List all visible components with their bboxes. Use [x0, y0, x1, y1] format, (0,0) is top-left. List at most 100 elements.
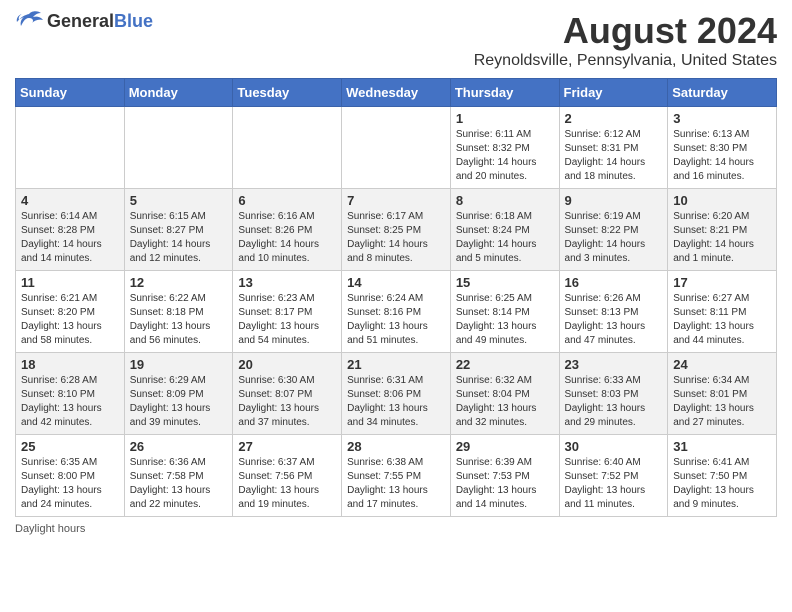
- day-number: 29: [456, 439, 554, 454]
- day-info: Sunrise: 6:16 AM Sunset: 8:26 PM Dayligh…: [238, 210, 336, 266]
- calendar-cell: 24 Sunrise: 6:34 AM Sunset: 8:01 PM Dayli…: [668, 353, 777, 435]
- day-info: Sunrise: 6:41 AM Sunset: 7:50 PM Dayligh…: [673, 456, 771, 512]
- calendar-cell: 2 Sunrise: 6:12 AM Sunset: 8:31 PM Daylig…: [559, 107, 668, 189]
- calendar-cell: [342, 107, 451, 189]
- calendar-cell: 11Sunrise: 6:21 AM Sunset: 8:20 PM Dayli…: [16, 271, 125, 353]
- day-info: Sunrise: 6:17 AM Sunset: 8:25 PM Dayligh…: [347, 210, 445, 266]
- day-number: 20: [238, 357, 336, 372]
- day-info: Sunrise: 6:27 AM Sunset: 8:11 PM Dayligh…: [673, 292, 771, 348]
- day-info: Sunrise: 6:33 AM Sunset: 8:03 PM Dayligh…: [565, 374, 663, 430]
- calendar-cell: 28Sunrise: 6:38 AM Sunset: 7:55 PM Dayli…: [342, 435, 451, 517]
- day-number: 21: [347, 357, 445, 372]
- day-number: 26: [130, 439, 228, 454]
- calendar-cell: 16Sunrise: 6:26 AM Sunset: 8:13 PM Dayli…: [559, 271, 668, 353]
- logo-text: GeneralBlue: [47, 11, 153, 32]
- day-info: Sunrise: 6:29 AM Sunset: 8:09 PM Dayligh…: [130, 374, 228, 430]
- calendar-table: SundayMondayTuesdayWednesdayThursdayFrid…: [15, 78, 777, 517]
- day-number: 1: [456, 111, 554, 126]
- day-number: 25: [21, 439, 119, 454]
- day-number: 11: [21, 275, 119, 290]
- day-number: 24: [673, 357, 771, 372]
- day-info: Sunrise: 6:19 AM Sunset: 8:22 PM Dayligh…: [565, 210, 663, 266]
- header-cell-wednesday: Wednesday: [342, 79, 451, 107]
- logo: GeneralBlue: [15, 10, 153, 32]
- calendar-cell: 8 Sunrise: 6:18 AM Sunset: 8:24 PM Daylig…: [450, 189, 559, 271]
- week-row-2: 4 Sunrise: 6:14 AM Sunset: 8:28 PM Daylig…: [16, 189, 777, 271]
- day-number: 30: [565, 439, 663, 454]
- calendar-cell: 30 Sunrise: 6:40 AM Sunset: 7:52 PM Dayli…: [559, 435, 668, 517]
- day-number: 3: [673, 111, 771, 126]
- day-number: 14: [347, 275, 445, 290]
- day-info: Sunrise: 6:15 AM Sunset: 8:27 PM Dayligh…: [130, 210, 228, 266]
- day-number: 4: [21, 193, 119, 208]
- day-info: Sunrise: 6:37 AM Sunset: 7:56 PM Dayligh…: [238, 456, 336, 512]
- calendar-cell: 20 Sunrise: 6:30 AM Sunset: 8:07 PM Dayli…: [233, 353, 342, 435]
- week-row-5: 25 Sunrise: 6:35 AM Sunset: 8:00 PM Dayli…: [16, 435, 777, 517]
- header-cell-monday: Monday: [124, 79, 233, 107]
- day-info: Sunrise: 6:30 AM Sunset: 8:07 PM Dayligh…: [238, 374, 336, 430]
- day-number: 15: [456, 275, 554, 290]
- day-info: Sunrise: 6:14 AM Sunset: 8:28 PM Dayligh…: [21, 210, 119, 266]
- calendar-cell: 9 Sunrise: 6:19 AM Sunset: 8:22 PM Daylig…: [559, 189, 668, 271]
- day-number: 9: [565, 193, 663, 208]
- day-info: Sunrise: 6:12 AM Sunset: 8:31 PM Dayligh…: [565, 128, 663, 184]
- calendar-cell: 19 Sunrise: 6:29 AM Sunset: 8:09 PM Dayli…: [124, 353, 233, 435]
- calendar-cell: 23 Sunrise: 6:33 AM Sunset: 8:03 PM Dayli…: [559, 353, 668, 435]
- day-number: 13: [238, 275, 336, 290]
- day-info: Sunrise: 6:11 AM Sunset: 8:32 PM Dayligh…: [456, 128, 554, 184]
- week-row-4: 18Sunrise: 6:28 AM Sunset: 8:10 PM Dayli…: [16, 353, 777, 435]
- calendar-cell: 18Sunrise: 6:28 AM Sunset: 8:10 PM Dayli…: [16, 353, 125, 435]
- footer: Daylight hours: [15, 523, 777, 535]
- calendar-cell: 31 Sunrise: 6:41 AM Sunset: 7:50 PM Dayli…: [668, 435, 777, 517]
- calendar-cell: 10 Sunrise: 6:20 AM Sunset: 8:21 PM Dayli…: [668, 189, 777, 271]
- calendar-cell: 17Sunrise: 6:27 AM Sunset: 8:11 PM Dayli…: [668, 271, 777, 353]
- logo-blue: Blue: [114, 11, 153, 31]
- day-info: Sunrise: 6:20 AM Sunset: 8:21 PM Dayligh…: [673, 210, 771, 266]
- header-cell-thursday: Thursday: [450, 79, 559, 107]
- day-info: Sunrise: 6:13 AM Sunset: 8:30 PM Dayligh…: [673, 128, 771, 184]
- calendar-cell: 7 Sunrise: 6:17 AM Sunset: 8:25 PM Daylig…: [342, 189, 451, 271]
- day-info: Sunrise: 6:22 AM Sunset: 8:18 PM Dayligh…: [130, 292, 228, 348]
- logo-bird-icon: [15, 10, 43, 32]
- calendar-cell: 27 Sunrise: 6:37 AM Sunset: 7:56 PM Dayli…: [233, 435, 342, 517]
- day-number: 8: [456, 193, 554, 208]
- calendar-cell: 14 Sunrise: 6:24 AM Sunset: 8:16 PM Dayli…: [342, 271, 451, 353]
- week-row-3: 11Sunrise: 6:21 AM Sunset: 8:20 PM Dayli…: [16, 271, 777, 353]
- day-number: 18: [21, 357, 119, 372]
- header-cell-sunday: Sunday: [16, 79, 125, 107]
- calendar-cell: 13 Sunrise: 6:23 AM Sunset: 8:17 PM Dayli…: [233, 271, 342, 353]
- calendar-cell: 4 Sunrise: 6:14 AM Sunset: 8:28 PM Daylig…: [16, 189, 125, 271]
- day-number: 10: [673, 193, 771, 208]
- calendar-cell: 3 Sunrise: 6:13 AM Sunset: 8:30 PM Daylig…: [668, 107, 777, 189]
- day-number: 7: [347, 193, 445, 208]
- day-info: Sunrise: 6:39 AM Sunset: 7:53 PM Dayligh…: [456, 456, 554, 512]
- calendar-cell: 29 Sunrise: 6:39 AM Sunset: 7:53 PM Dayli…: [450, 435, 559, 517]
- week-row-1: 1 Sunrise: 6:11 AM Sunset: 8:32 PM Daylig…: [16, 107, 777, 189]
- day-info: Sunrise: 6:35 AM Sunset: 8:00 PM Dayligh…: [21, 456, 119, 512]
- day-number: 27: [238, 439, 336, 454]
- calendar-cell: [16, 107, 125, 189]
- day-info: Sunrise: 6:23 AM Sunset: 8:17 PM Dayligh…: [238, 292, 336, 348]
- day-number: 22: [456, 357, 554, 372]
- day-number: 16: [565, 275, 663, 290]
- day-number: 12: [130, 275, 228, 290]
- day-info: Sunrise: 6:34 AM Sunset: 8:01 PM Dayligh…: [673, 374, 771, 430]
- day-info: Sunrise: 6:40 AM Sunset: 7:52 PM Dayligh…: [565, 456, 663, 512]
- day-number: 2: [565, 111, 663, 126]
- day-number: 31: [673, 439, 771, 454]
- day-info: Sunrise: 6:36 AM Sunset: 7:58 PM Dayligh…: [130, 456, 228, 512]
- calendar-cell: 15 Sunrise: 6:25 AM Sunset: 8:14 PM Dayli…: [450, 271, 559, 353]
- day-number: 23: [565, 357, 663, 372]
- calendar-cell: [124, 107, 233, 189]
- day-info: Sunrise: 6:32 AM Sunset: 8:04 PM Dayligh…: [456, 374, 554, 430]
- day-info: Sunrise: 6:24 AM Sunset: 8:16 PM Dayligh…: [347, 292, 445, 348]
- title-area: August 2024 Reynoldsville, Pennsylvania,…: [474, 10, 777, 70]
- calendar-cell: [233, 107, 342, 189]
- calendar-cell: 6Sunrise: 6:16 AM Sunset: 8:26 PM Daylig…: [233, 189, 342, 271]
- day-number: 19: [130, 357, 228, 372]
- calendar-cell: 1 Sunrise: 6:11 AM Sunset: 8:32 PM Daylig…: [450, 107, 559, 189]
- day-info: Sunrise: 6:25 AM Sunset: 8:14 PM Dayligh…: [456, 292, 554, 348]
- calendar-cell: 25 Sunrise: 6:35 AM Sunset: 8:00 PM Dayli…: [16, 435, 125, 517]
- day-info: Sunrise: 6:18 AM Sunset: 8:24 PM Dayligh…: [456, 210, 554, 266]
- header-cell-friday: Friday: [559, 79, 668, 107]
